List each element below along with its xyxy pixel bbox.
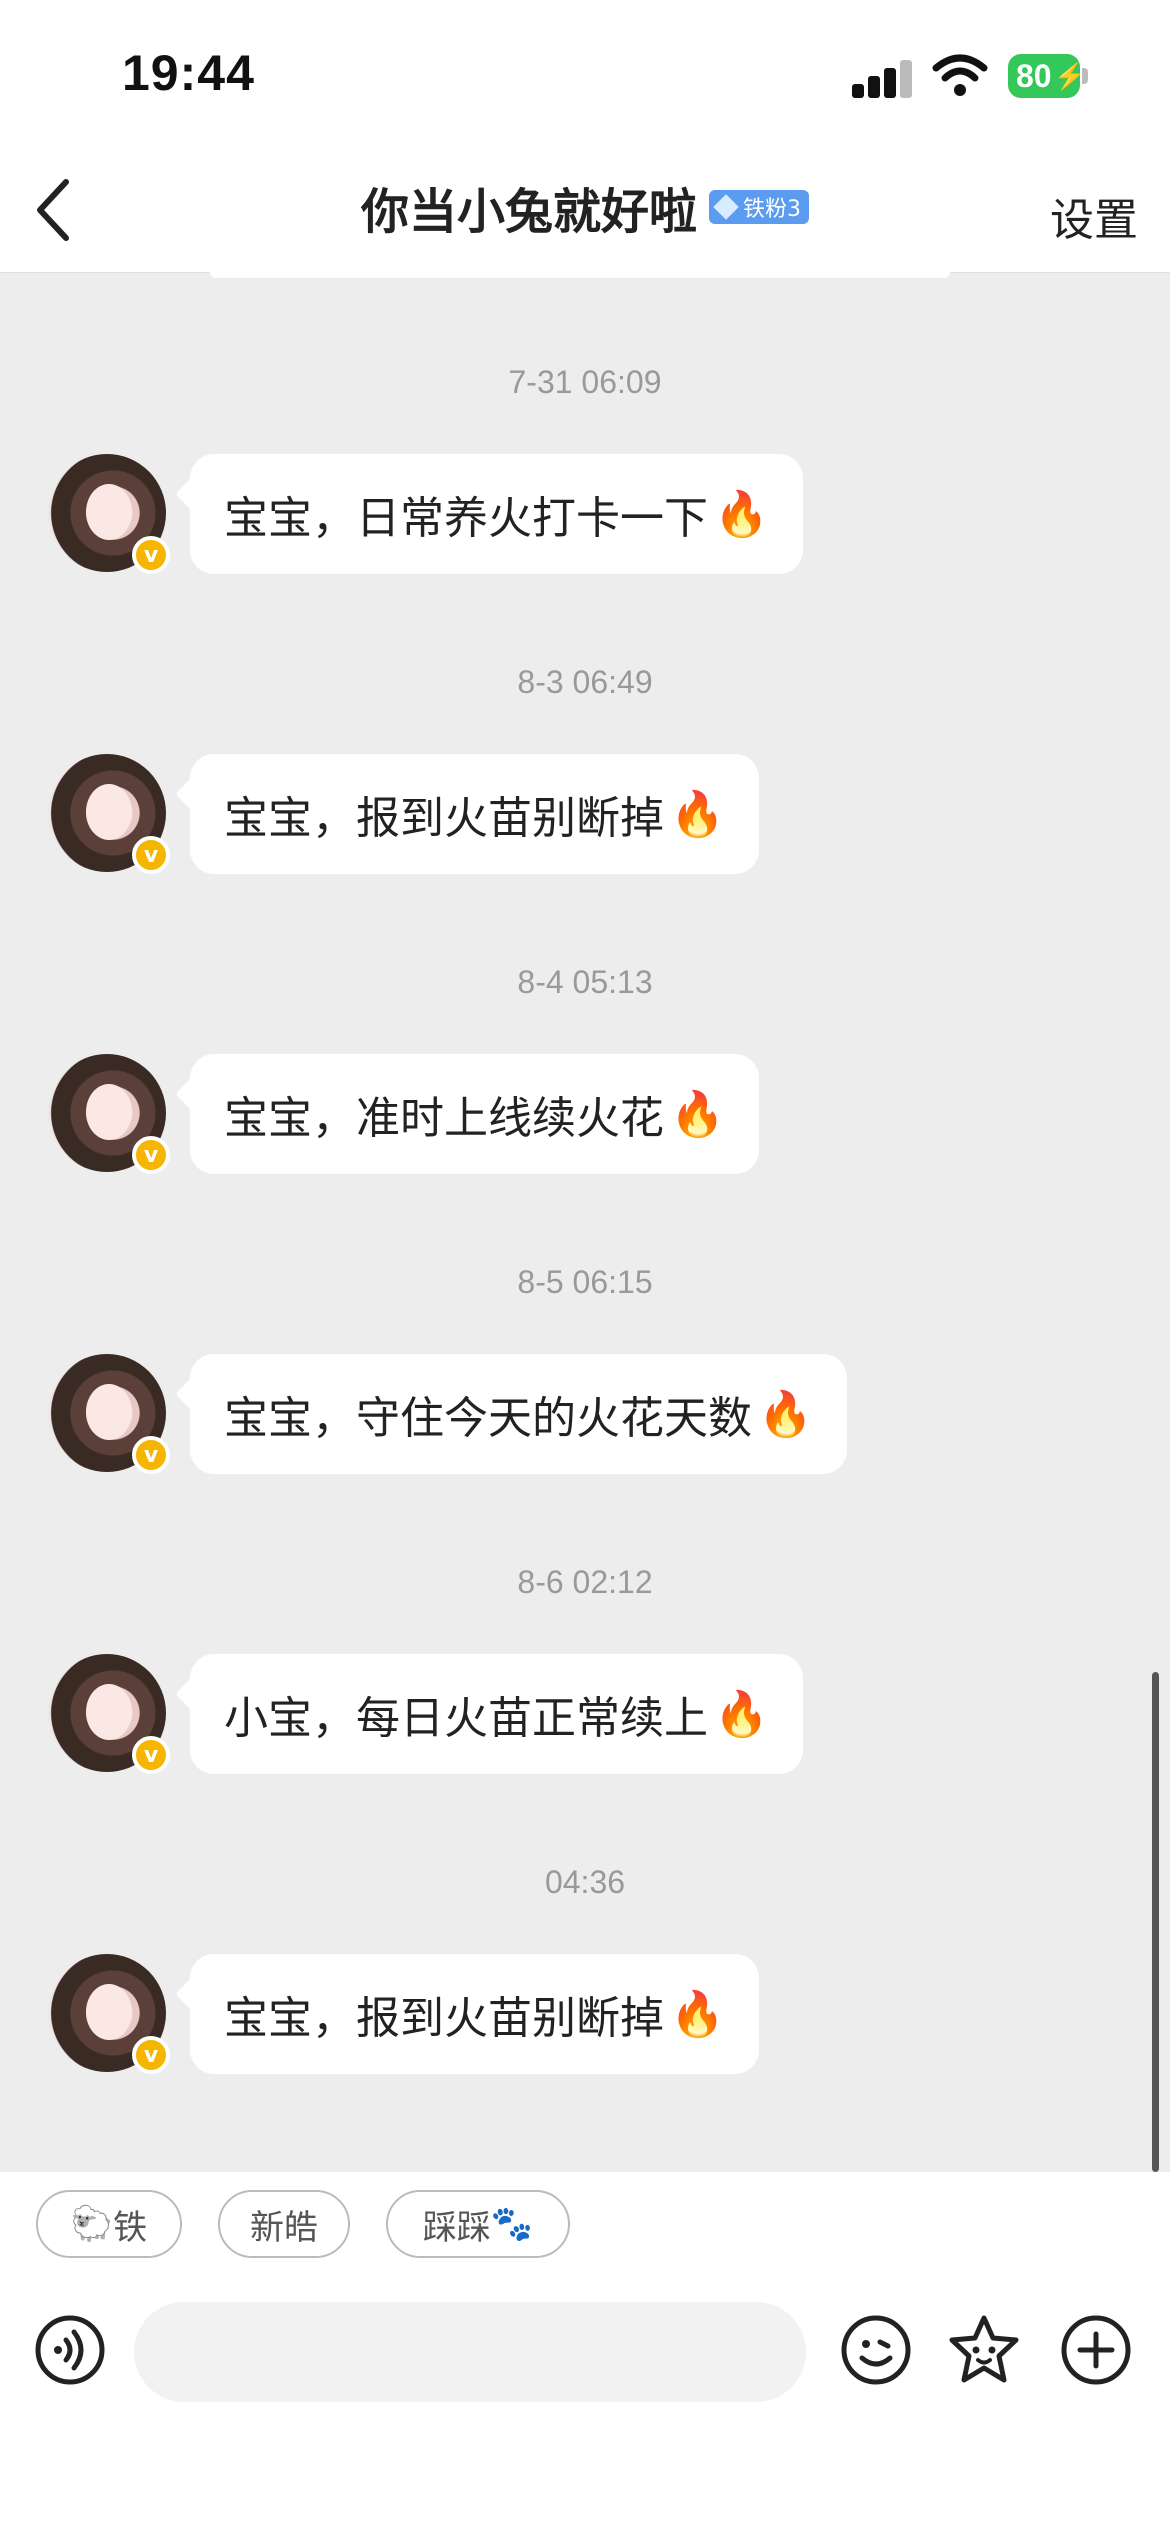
settings-button[interactable]: 设置: [1050, 184, 1138, 248]
message-text: 宝宝，报到火苗别断掉: [224, 1993, 664, 2044]
message-bubble[interactable]: 小宝，每日火苗正常续上 🔥: [190, 1654, 803, 1774]
scrollbar[interactable]: [1152, 1672, 1159, 2172]
message-timestamp: 04:36: [544, 1864, 626, 1900]
diamond-icon: [713, 194, 739, 220]
quick-reply-label: 踩踩: [422, 2207, 491, 2248]
title-container: 你当小兔就好啦 铁粉3: [0, 172, 1170, 242]
message-bubble[interactable]: 宝宝，守住今天的火花天数 🔥: [190, 1354, 847, 1474]
chat-title[interactable]: 你当小兔就好啦: [361, 172, 697, 242]
fire-emoji-icon: 🔥: [714, 1689, 769, 1740]
avatar[interactable]: v: [48, 1054, 170, 1174]
avatar[interactable]: v: [48, 1954, 170, 2074]
status-bar: 19:44 80 ⚡: [0, 0, 1170, 150]
verified-badge-icon: v: [132, 1136, 170, 1174]
emoji-icon[interactable]: [840, 2314, 912, 2386]
verified-badge-icon: v: [132, 1736, 170, 1774]
status-time: 19:44: [122, 45, 255, 101]
message-text: 小宝，每日火苗正常续上: [224, 1693, 708, 1744]
quick-reply-chip[interactable]: 🐑 铁: [36, 2190, 182, 2258]
verified-badge-icon: v: [132, 536, 170, 574]
avatar[interactable]: v: [48, 454, 170, 574]
message-timestamp: 7-31 06:09: [508, 364, 662, 400]
wifi-icon: [932, 54, 988, 96]
quick-reply-chip[interactable]: 新皓: [218, 2190, 350, 2258]
sticker-icon[interactable]: [946, 2312, 1022, 2388]
message-timestamp: 8-3 06:49: [517, 664, 653, 700]
sheep-emoji-icon: 🐑: [70, 2204, 114, 2244]
message-bubble[interactable]: 宝宝，报到火苗别断掉 🔥: [190, 754, 759, 874]
message-timestamp: 8-4 05:13: [517, 964, 653, 1000]
quick-reply-chip[interactable]: 踩踩 🐾: [386, 2190, 570, 2258]
message-input[interactable]: [134, 2302, 806, 2402]
message-text: 宝宝，日常养火打卡一下: [224, 493, 708, 544]
avatar[interactable]: v: [48, 1654, 170, 1774]
battery-charging-icon: 80 ⚡: [1008, 54, 1086, 98]
message-bubble[interactable]: 宝宝，准时上线续火花 🔥: [190, 1054, 759, 1174]
quick-reply-label: 铁: [113, 2207, 148, 2248]
chat-header: 你当小兔就好啦 铁粉3 设置: [0, 150, 1170, 273]
message-timestamp: 8-5 06:15: [517, 1264, 653, 1300]
fire-emoji-icon: 🔥: [670, 1989, 725, 2040]
message-bubble[interactable]: 宝宝，报到火苗别断掉 🔥: [190, 1954, 759, 2074]
message-timestamp: 8-6 02:12: [517, 1564, 653, 1600]
verified-badge-icon: v: [132, 1436, 170, 1474]
fire-emoji-icon: 🔥: [758, 1389, 813, 1440]
quick-reply-label: 新皓: [250, 2207, 318, 2248]
fan-level-label: 铁粉3: [743, 197, 801, 222]
verified-badge-icon: v: [132, 836, 170, 874]
battery-cap: [1082, 68, 1088, 84]
signal-icon: [852, 58, 914, 98]
message-text: 宝宝，准时上线续火花: [224, 1093, 664, 1144]
avatar[interactable]: v: [48, 754, 170, 874]
fire-emoji-icon: 🔥: [714, 489, 769, 540]
plus-icon[interactable]: [1060, 2314, 1132, 2386]
avatar[interactable]: v: [48, 1354, 170, 1474]
voice-icon[interactable]: [34, 2314, 106, 2386]
message-text: 宝宝，守住今天的火花天数: [224, 1393, 752, 1444]
previous-message-edge: [210, 272, 950, 278]
fire-emoji-icon: 🔥: [670, 1089, 725, 1140]
battery-level: 80: [1016, 57, 1052, 94]
paw-emoji-icon: 🐾: [490, 2204, 534, 2244]
fire-emoji-icon: 🔥: [670, 789, 725, 840]
verified-badge-icon: v: [132, 2036, 170, 2074]
message-text: 宝宝，报到火苗别断掉: [224, 793, 664, 844]
message-bubble[interactable]: 宝宝，日常养火打卡一下 🔥: [190, 454, 803, 574]
composer-area: 🐑 铁 新皓 踩踩 🐾: [0, 2172, 1170, 2532]
fan-level-badge: 铁粉3: [709, 190, 809, 224]
